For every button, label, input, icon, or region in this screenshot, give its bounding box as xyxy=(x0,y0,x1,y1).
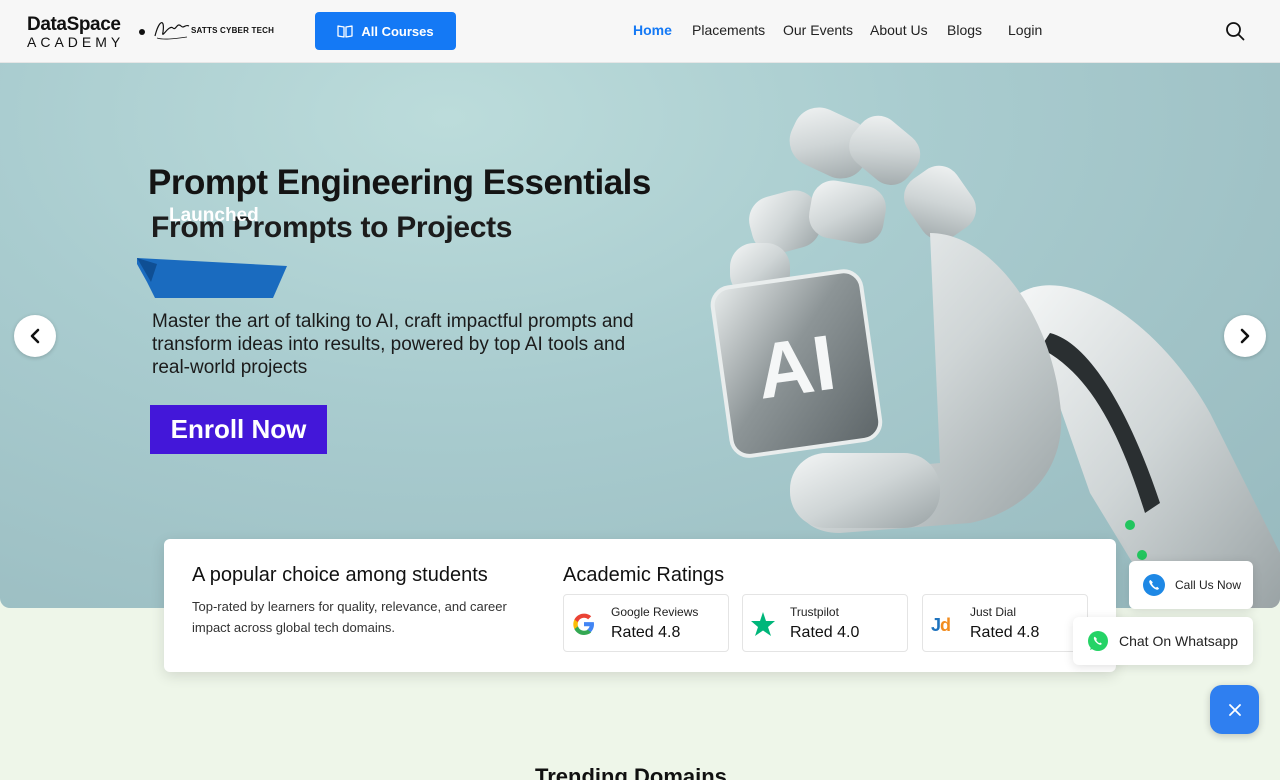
rating-source: Google Reviews xyxy=(611,605,699,619)
robot-hand-illustration: AI xyxy=(710,107,1280,608)
chevron-left-icon xyxy=(30,328,40,344)
rating-trustpilot[interactable]: Trustpilot Rated 4.0 xyxy=(742,594,908,652)
launched-badge-text: Launched xyxy=(169,205,259,226)
nav-home[interactable]: Home xyxy=(633,22,672,38)
site-header: DataSpace ACADEMY SATTS CYBER TECH All C… xyxy=(0,0,1280,63)
rating-value: Rated 4.0 xyxy=(790,624,860,641)
phone-icon xyxy=(1143,574,1165,596)
rating-value: Rated 4.8 xyxy=(611,624,681,641)
trending-domains-heading: Trending Domains xyxy=(535,764,727,780)
chat-on-whatsapp-button[interactable]: Chat On Whatsapp xyxy=(1073,617,1253,665)
logo-subtitle: ACADEMY xyxy=(27,34,125,50)
rating-justdial[interactable]: J d Just Dial Rated 4.8 xyxy=(922,594,1088,652)
nav-our-events[interactable]: Our Events xyxy=(783,22,853,38)
search-icon[interactable] xyxy=(1225,21,1245,41)
hero-title: Prompt Engineering Essentials xyxy=(148,163,651,202)
rating-value: Rated 4.8 xyxy=(970,624,1040,641)
close-icon xyxy=(1228,703,1241,716)
carousel-prev-button[interactable] xyxy=(14,315,56,357)
rating-source: Just Dial xyxy=(970,605,1017,619)
ratings-card: A popular choice among students Top-rate… xyxy=(164,539,1116,672)
nav-login[interactable]: Login xyxy=(1008,22,1042,38)
whatsapp-icon xyxy=(1088,631,1108,651)
all-courses-button[interactable]: All Courses xyxy=(315,12,456,50)
academic-ratings-title: Academic Ratings xyxy=(563,564,725,586)
star-icon xyxy=(751,612,775,636)
nav-about-us[interactable]: About Us xyxy=(870,22,928,38)
hero-description: Master the art of talking to AI, craft i… xyxy=(152,311,634,378)
partner-name: SATTS CYBER TECH xyxy=(191,26,275,35)
close-contact-button[interactable] xyxy=(1210,685,1259,734)
all-courses-label: All Courses xyxy=(361,23,434,39)
popular-choice-title: A popular choice among students xyxy=(192,564,488,586)
hero-banner: Prompt Engineering Essentials From Promp… xyxy=(0,63,1280,608)
ai-chip-label: AI xyxy=(751,318,840,416)
enroll-now-button[interactable]: Enroll Now xyxy=(150,405,327,454)
call-us-now-button[interactable]: Call Us Now xyxy=(1129,561,1253,609)
logo-wordmark: DataSpace xyxy=(27,14,121,35)
book-icon xyxy=(337,25,354,38)
chat-on-whatsapp-label: Chat On Whatsapp xyxy=(1119,633,1239,649)
launched-ribbon xyxy=(137,258,287,298)
dataspace-logo[interactable]: DataSpace ACADEMY xyxy=(27,15,137,49)
popular-choice-description: Top-rated by learners for quality, relev… xyxy=(192,599,507,635)
rating-google[interactable]: Google Reviews Rated 4.8 xyxy=(563,594,729,652)
google-icon xyxy=(573,613,594,635)
rating-source: Trustpilot xyxy=(790,605,839,619)
nav-blogs[interactable]: Blogs xyxy=(947,22,982,38)
call-us-now-label: Call Us Now xyxy=(1175,578,1242,592)
svg-text:d: d xyxy=(940,615,951,635)
signature-icon xyxy=(154,22,190,40)
justdial-icon: J d xyxy=(931,615,951,635)
nav-placements[interactable]: Placements xyxy=(692,22,765,38)
partner-logo: SATTS CYBER TECH xyxy=(151,14,276,48)
logo-separator-dot xyxy=(139,29,145,35)
